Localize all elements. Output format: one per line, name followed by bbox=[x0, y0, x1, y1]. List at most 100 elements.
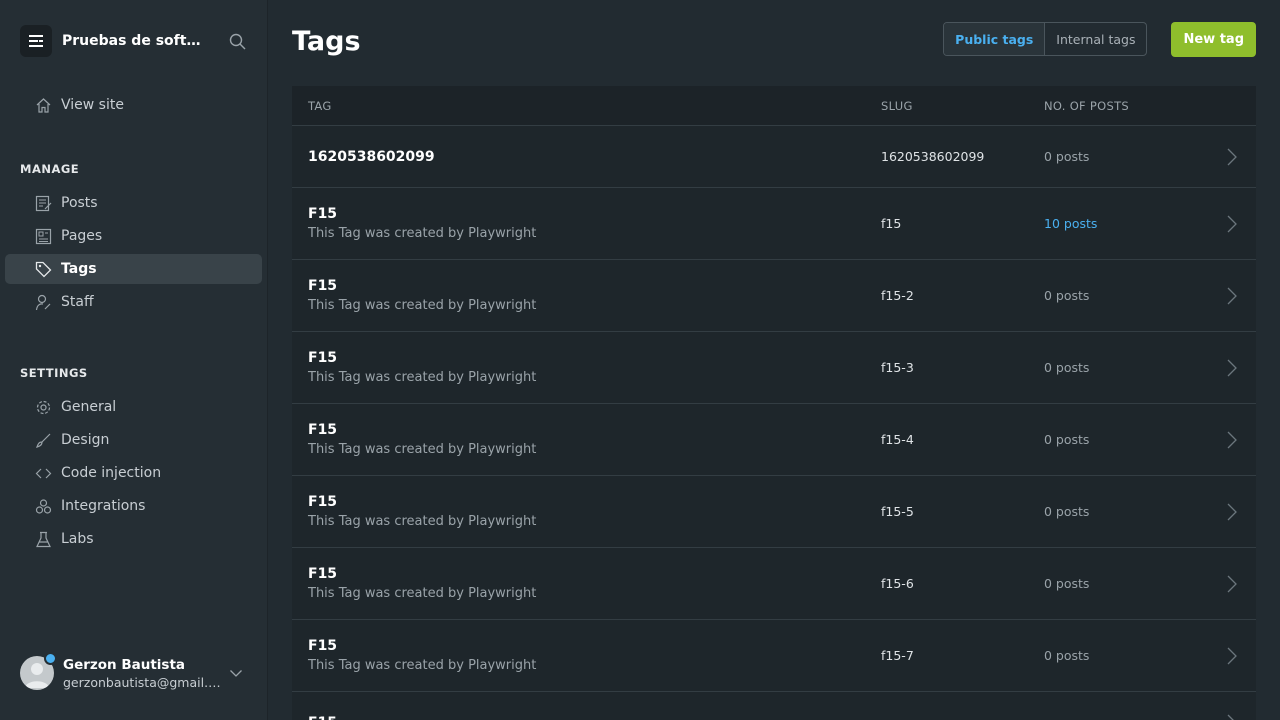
site-name[interactable]: Pruebas de softwa... bbox=[62, 33, 213, 49]
tag-name: F15 bbox=[308, 278, 338, 294]
chevron-right-icon[interactable] bbox=[1226, 214, 1238, 234]
table-row[interactable]: F15 This Tag was created by Playwright f15… bbox=[292, 404, 1256, 476]
user-menu[interactable]: Gerzon Bautista gerzonbautista@gmail.c..… bbox=[20, 652, 250, 690]
new-tag-button[interactable]: New tag bbox=[1171, 21, 1256, 57]
view-site-link[interactable]: View site bbox=[5, 90, 262, 120]
user-info: Gerzon Bautista gerzonbautista@gmail.c..… bbox=[63, 657, 223, 690]
sidebar-item-code-injection[interactable]: Code injection bbox=[5, 458, 262, 488]
notification-dot bbox=[44, 652, 57, 665]
tag-post-count: 0 posts bbox=[1044, 648, 1090, 663]
tag-slug: f15-3 bbox=[881, 360, 914, 375]
sidebar-item-labs[interactable]: Labs bbox=[5, 524, 262, 554]
tag-name: F15 bbox=[308, 638, 338, 654]
table-row[interactable]: F15 This Tag was created by Playwright f15… bbox=[292, 548, 1256, 620]
column-header-slug: SLUG bbox=[881, 98, 913, 113]
tag-description: This Tag was created by Playwright bbox=[308, 442, 537, 457]
table-row[interactable]: F15 This Tag was created by Playwright f15… bbox=[292, 476, 1256, 548]
table-row[interactable]: F15 This Tag was created by Playwright f15… bbox=[292, 332, 1256, 404]
user-name: Gerzon Bautista bbox=[63, 656, 186, 673]
table-header: TAG SLUG NO. OF POSTS bbox=[292, 86, 1256, 126]
chevron-right-icon[interactable] bbox=[1226, 502, 1238, 522]
public-tags-button[interactable]: Public tags bbox=[944, 23, 1046, 55]
column-header-tag: TAG bbox=[308, 98, 332, 113]
internal-tags-button[interactable]: Internal tags bbox=[1045, 23, 1146, 55]
page-title: Tags bbox=[292, 25, 361, 57]
tag-cell: F15 This Tag was created by Playwright bbox=[292, 206, 881, 241]
tag-post-count: 0 posts bbox=[1044, 149, 1090, 164]
chevron-right-icon[interactable] bbox=[1226, 358, 1238, 378]
manage-section-label: MANAGE bbox=[20, 162, 80, 176]
chevron-down-icon[interactable] bbox=[229, 666, 243, 680]
search-icon[interactable] bbox=[227, 31, 247, 51]
sidebar-item-label: Design bbox=[61, 432, 110, 448]
tag-slug: f15-5 bbox=[881, 504, 914, 519]
tag-slug: f15-6 bbox=[881, 576, 914, 591]
chevron-right-icon[interactable] bbox=[1226, 430, 1238, 450]
brush-icon bbox=[36, 433, 51, 448]
tag-post-count: 0 posts bbox=[1044, 432, 1090, 447]
sidebar-item-design[interactable]: Design bbox=[5, 425, 262, 455]
tag-name: 1620538602099 bbox=[308, 148, 435, 165]
tag-slug: f15-4 bbox=[881, 432, 914, 447]
tag-post-count: 0 posts bbox=[1044, 360, 1090, 375]
sidebar-item-posts[interactable]: Posts bbox=[5, 188, 262, 218]
table-row[interactable]: F15 This Tag was created by Playwright f15… bbox=[292, 620, 1256, 692]
sidebar-item-label: Labs bbox=[61, 531, 94, 547]
tag-slug: 1620538602099 bbox=[881, 149, 985, 164]
sidebar-item-label: Code injection bbox=[61, 465, 162, 481]
chevron-right-icon[interactable] bbox=[1226, 574, 1238, 594]
settings-section-label: SETTINGS bbox=[20, 366, 88, 380]
tag-type-toggle: Public tags Internal tags bbox=[943, 22, 1148, 56]
tag-slug: f15-7 bbox=[881, 648, 914, 663]
tag-name: F15 bbox=[308, 206, 338, 222]
sidebar-item-label: Pages bbox=[61, 228, 103, 244]
tag-cell: F15 This Tag was created by Playwright bbox=[292, 638, 881, 673]
tag-cell: F15 This Tag was created by Playwright bbox=[292, 350, 881, 385]
tag-post-count: 0 posts bbox=[1044, 504, 1090, 519]
page-header: Tags Public tags Internal tags New tag bbox=[292, 0, 1256, 86]
tag-cell: F15 This Tag was created by Playwright bbox=[292, 422, 881, 457]
tag-cell: F15 This Tag was created by Playwright bbox=[292, 278, 881, 313]
staff-icon bbox=[35, 294, 51, 311]
table-row[interactable]: 1620538602099 1620538602099 0 posts bbox=[292, 126, 1256, 188]
tag-description: This Tag was created by Playwright bbox=[308, 226, 537, 241]
tag-description: This Tag was created by Playwright bbox=[308, 370, 537, 385]
tag-post-count[interactable]: 10 posts bbox=[1044, 216, 1194, 231]
chevron-right-icon[interactable] bbox=[1226, 646, 1238, 666]
table-row[interactable]: F15 bbox=[292, 692, 1256, 720]
column-header-posts: NO. OF POSTS bbox=[1044, 98, 1130, 113]
view-site-label: View site bbox=[61, 97, 124, 113]
sidebar-item-label: Posts bbox=[61, 195, 98, 211]
tag-cell: F15 This Tag was created by Playwright bbox=[292, 494, 881, 529]
header-actions: Public tags Internal tags New tag bbox=[943, 21, 1256, 57]
main-content: Tags Public tags Internal tags New tag T… bbox=[268, 0, 1280, 720]
site-logo-icon[interactable] bbox=[20, 25, 52, 57]
sidebar-item-staff[interactable]: Staff bbox=[5, 287, 262, 317]
table-row[interactable]: F15 This Tag was created by Playwright f15… bbox=[292, 260, 1256, 332]
tag-name: F15 bbox=[308, 715, 881, 720]
sidebar-item-general[interactable]: General bbox=[5, 392, 262, 422]
chevron-right-icon[interactable] bbox=[1226, 713, 1238, 720]
tag-name: F15 bbox=[308, 350, 338, 366]
tag-description: This Tag was created by Playwright bbox=[308, 658, 537, 673]
sidebar-item-label: Tags bbox=[61, 261, 97, 277]
chevron-right-icon[interactable] bbox=[1226, 286, 1238, 306]
sidebar-header: Pruebas de softwa... bbox=[0, 0, 267, 82]
tag-post-count: 0 posts bbox=[1044, 576, 1090, 591]
sidebar-item-pages[interactable]: Pages bbox=[5, 221, 262, 251]
tag-cell: F15 This Tag was created by Playwright bbox=[292, 566, 881, 601]
tag-description: This Tag was created by Playwright bbox=[308, 298, 537, 313]
table-row[interactable]: F15 This Tag was created by Playwright f15… bbox=[292, 188, 1256, 260]
tag-cell: F15 bbox=[292, 715, 881, 720]
tag-name: F15 bbox=[308, 422, 338, 438]
tag-post-count: 0 posts bbox=[1044, 288, 1090, 303]
tag-description: This Tag was created by Playwright bbox=[308, 586, 537, 601]
sidebar-item-integrations[interactable]: Integrations bbox=[5, 491, 262, 521]
sidebar-item-tags[interactable]: Tags bbox=[5, 254, 262, 284]
sidebar-item-label: Staff bbox=[61, 294, 94, 310]
pages-icon bbox=[35, 228, 52, 245]
integrations-icon bbox=[35, 499, 52, 514]
flask-icon bbox=[36, 531, 51, 548]
chevron-right-icon[interactable] bbox=[1226, 147, 1238, 167]
code-icon bbox=[35, 468, 52, 479]
